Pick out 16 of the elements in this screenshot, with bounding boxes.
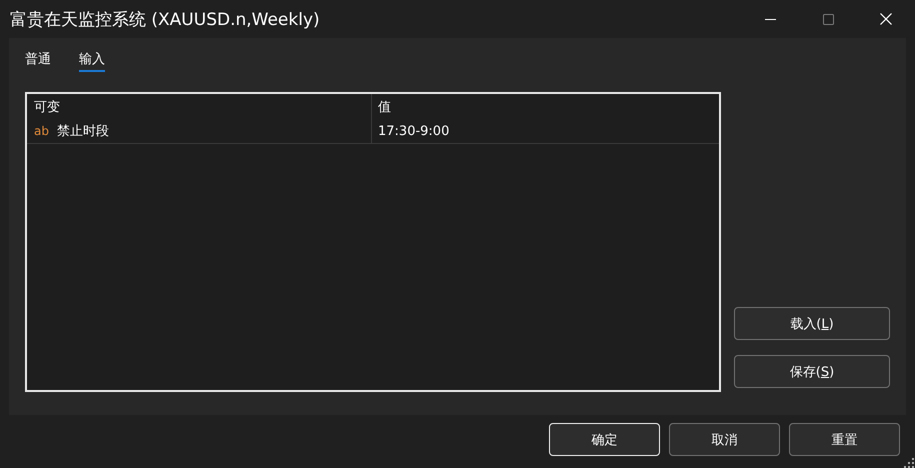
resize-grip-icon[interactable] [904, 458, 914, 468]
load-button[interactable]: 载入(L) [734, 307, 890, 340]
ok-button[interactable]: 确定 [549, 423, 660, 456]
parameter-value[interactable]: 17:30-9:00 [378, 124, 450, 138]
column-header: 可变 [34, 98, 60, 116]
parameter-name: 禁止时段 [56, 123, 109, 140]
close-icon[interactable] [880, 13, 892, 25]
tab[interactable]: 输入 [79, 50, 105, 72]
window-title: 富贵在天监控系统 (XAUUSD.n,Weekly) [10, 8, 321, 30]
cancel-button[interactable]: 取消 [669, 423, 780, 456]
column-header: 值 [378, 98, 391, 116]
tab[interactable]: 普通 [25, 50, 51, 72]
minimize-icon[interactable] [764, 18, 776, 20]
reset-button[interactable]: 重置 [789, 423, 900, 456]
save-button[interactable]: 保存(S) [734, 355, 890, 388]
type-icon: ab [34, 124, 49, 138]
